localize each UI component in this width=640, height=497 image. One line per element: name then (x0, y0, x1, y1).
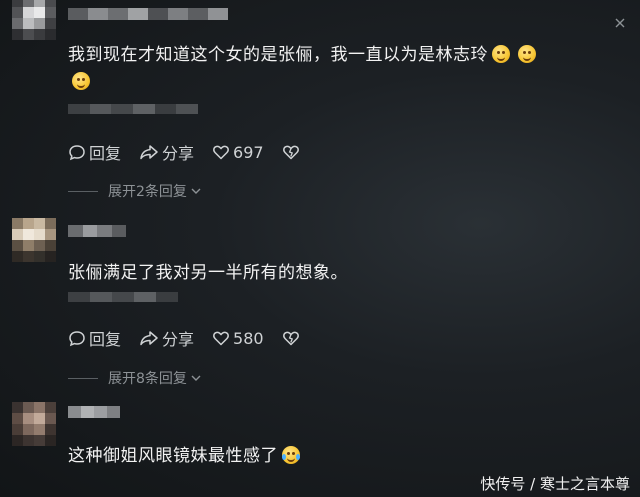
emoji-smile-icon (518, 45, 536, 63)
username[interactable] (68, 8, 228, 20)
share-button[interactable]: 分享 (139, 326, 194, 350)
comment-text: 我到现在才知道这个女的是张俪，我一直以为是林志玲 (68, 40, 540, 65)
emoji-smile-icon (492, 45, 510, 63)
like-count: 580 (233, 328, 264, 348)
username[interactable] (68, 225, 126, 237)
like-button[interactable]: 697 (212, 143, 264, 162)
comment-meta (68, 292, 178, 302)
dislike-button[interactable] (282, 143, 303, 161)
reply-icon (69, 145, 85, 161)
like-button[interactable]: 580 (212, 329, 264, 348)
heart-icon (213, 331, 229, 346)
chevron-down-icon (191, 188, 201, 194)
dislike-button[interactable] (282, 329, 303, 347)
reply-button[interactable]: 回复 (68, 140, 121, 164)
share-button[interactable]: 分享 (139, 140, 194, 164)
dislike-heart-icon (282, 145, 299, 160)
reply-icon (69, 331, 85, 347)
share-icon (140, 145, 158, 160)
avatar[interactable] (12, 402, 56, 446)
emoji-smile-icon (72, 72, 90, 90)
divider (68, 190, 98, 192)
watermark: 快传号 / 寒士之言本尊 (480, 475, 630, 493)
divider (68, 377, 98, 379)
emoji-laugh-tears-icon (282, 446, 300, 464)
comment-actions: 回复 分享 580 (68, 326, 321, 350)
heart-icon (213, 145, 229, 160)
reply-button[interactable]: 回复 (68, 326, 121, 350)
expand-replies[interactable]: 展开2条回复 (68, 181, 203, 201)
comment-meta (68, 104, 198, 114)
close-icon[interactable] (614, 14, 626, 28)
avatar[interactable] (12, 0, 56, 40)
dislike-heart-icon (282, 331, 299, 346)
like-count: 697 (233, 142, 264, 162)
expand-replies[interactable]: 展开8条回复 (68, 368, 203, 388)
share-icon (140, 331, 158, 346)
comment-actions: 回复 分享 697 (68, 140, 321, 164)
comment-text: 这种御姐风眼镜妹最性感了 (68, 441, 304, 466)
comment-text: 张俪满足了我对另一半所有的想象。 (68, 263, 348, 283)
chevron-down-icon (191, 375, 201, 381)
avatar[interactable] (12, 218, 56, 262)
username[interactable] (68, 406, 120, 418)
